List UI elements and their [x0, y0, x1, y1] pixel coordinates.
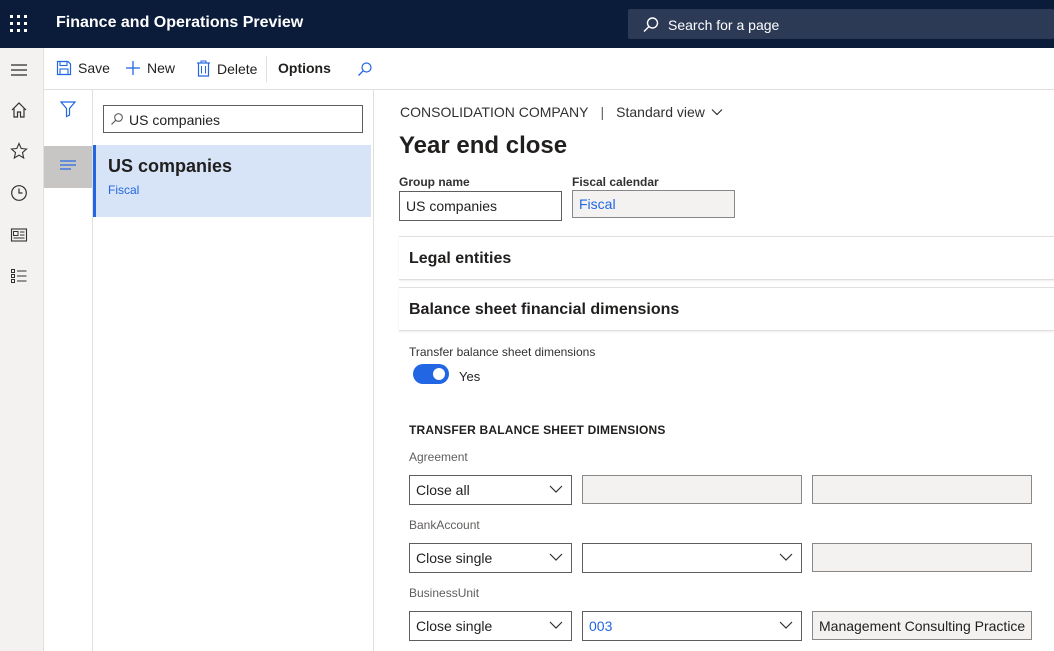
group-name-label: Group name — [399, 175, 470, 189]
save-button[interactable]: Save — [56, 60, 110, 76]
close-option-value: Close single — [416, 618, 493, 634]
search-icon — [111, 113, 123, 125]
close-option-select[interactable]: Close single — [409, 543, 572, 573]
close-option-value: Close all — [416, 482, 470, 498]
fiscal-calendar-label: Fiscal calendar — [572, 175, 659, 189]
dimension-name: Agreement — [409, 450, 468, 464]
list-filter-value: US companies — [129, 112, 221, 128]
chevron-down-icon — [711, 109, 723, 116]
list-item-subtitle: Fiscal — [108, 183, 140, 197]
chevron-down-icon — [779, 621, 793, 629]
modules-list-icon[interactable] — [10, 267, 28, 285]
plus-icon — [126, 61, 140, 75]
dimension-description-field — [812, 475, 1032, 504]
trash-icon — [197, 60, 210, 77]
dimension-value-select[interactable] — [582, 543, 802, 573]
search-label: Search for a page — [668, 17, 780, 33]
toolbar-divider — [266, 56, 267, 82]
search-icon — [643, 17, 659, 32]
dimension-name: BankAccount — [409, 518, 480, 532]
breadcrumb-separator: | — [600, 104, 605, 120]
dimension-value: 003 — [589, 618, 613, 634]
app-launcher-icon[interactable] — [10, 15, 28, 33]
list-item-title: US companies — [108, 156, 233, 176]
top-bar: Finance and Operations Preview Search fo… — [0, 0, 1054, 48]
dimension-description-field: Management Consulting Practice — [812, 611, 1032, 640]
new-label: New — [147, 60, 176, 76]
fasttab-header: Balance sheet financial dimensions — [409, 301, 680, 318]
delete-label: Delete — [217, 60, 258, 77]
chevron-down-icon — [779, 553, 793, 561]
favorites-star-icon[interactable] — [10, 142, 28, 160]
fasttab-header: Legal entities — [409, 250, 512, 267]
find-icon[interactable] — [357, 61, 373, 77]
dimension-value-field — [582, 475, 802, 504]
fiscal-calendar-field[interactable]: Fiscal — [572, 190, 735, 218]
workspaces-icon[interactable] — [10, 226, 28, 244]
view-selector-label: Standard view — [616, 104, 705, 120]
options-label: Options — [278, 60, 331, 76]
page-search-box[interactable]: Search for a page — [628, 9, 1054, 39]
recent-clock-icon[interactable] — [10, 184, 28, 202]
filter-strip — [44, 90, 93, 651]
page-title: Year end close — [399, 132, 568, 159]
save-label: Save — [78, 60, 110, 76]
group-name-field[interactable]: US companies — [399, 191, 562, 221]
list-item[interactable]: US companies Fiscal — [93, 145, 371, 217]
list-view-toggle[interactable] — [44, 146, 92, 188]
filter-icon[interactable] — [60, 100, 76, 118]
list-pane: US companies US companies Fiscal — [93, 90, 374, 651]
app-title[interactable]: Finance and Operations Preview — [56, 14, 303, 32]
chevron-down-icon — [549, 553, 563, 561]
view-selector[interactable]: Standard view — [616, 104, 723, 120]
close-option-value: Close single — [416, 550, 493, 566]
action-pane: Save New Delete Options — [44, 48, 1054, 90]
chevron-down-icon — [549, 621, 563, 629]
close-option-select[interactable]: Close single — [409, 611, 572, 641]
options-tab[interactable]: Options — [278, 60, 331, 76]
dimension-description-field — [812, 543, 1032, 572]
home-icon[interactable] — [10, 101, 28, 119]
list-lines-icon — [60, 160, 76, 170]
new-button[interactable]: New — [125, 60, 175, 76]
balance-sheet-dimensions-fasttab[interactable]: Balance sheet financial dimensions — [399, 287, 1054, 331]
toggle-state-text: Yes — [459, 369, 481, 384]
toggle-knob — [433, 368, 445, 380]
section-header: TRANSFER BALANCE SHEET DIMENSIONS — [409, 423, 666, 437]
transfer-dimensions-label: Transfer balance sheet dimensions — [409, 345, 596, 359]
list-filter-input[interactable]: US companies — [103, 105, 363, 133]
transfer-dimensions-toggle[interactable] — [413, 364, 449, 384]
chevron-down-icon — [549, 485, 563, 493]
hamburger-menu-icon[interactable] — [10, 61, 28, 79]
dimension-value-select[interactable]: 003 — [582, 611, 802, 641]
delete-button[interactable]: Delete — [196, 60, 257, 77]
save-icon — [56, 60, 72, 76]
breadcrumb-company: CONSOLIDATION COMPANY — [400, 104, 589, 120]
close-option-select[interactable]: Close all — [409, 475, 572, 505]
dimension-name: BusinessUnit — [409, 586, 480, 600]
breadcrumb: CONSOLIDATION COMPANY | Standard view — [400, 104, 723, 120]
left-navigation — [0, 48, 44, 651]
details-pane: CONSOLIDATION COMPANY | Standard view Ye… — [374, 90, 1054, 651]
legal-entities-fasttab[interactable]: Legal entities — [399, 236, 1054, 280]
